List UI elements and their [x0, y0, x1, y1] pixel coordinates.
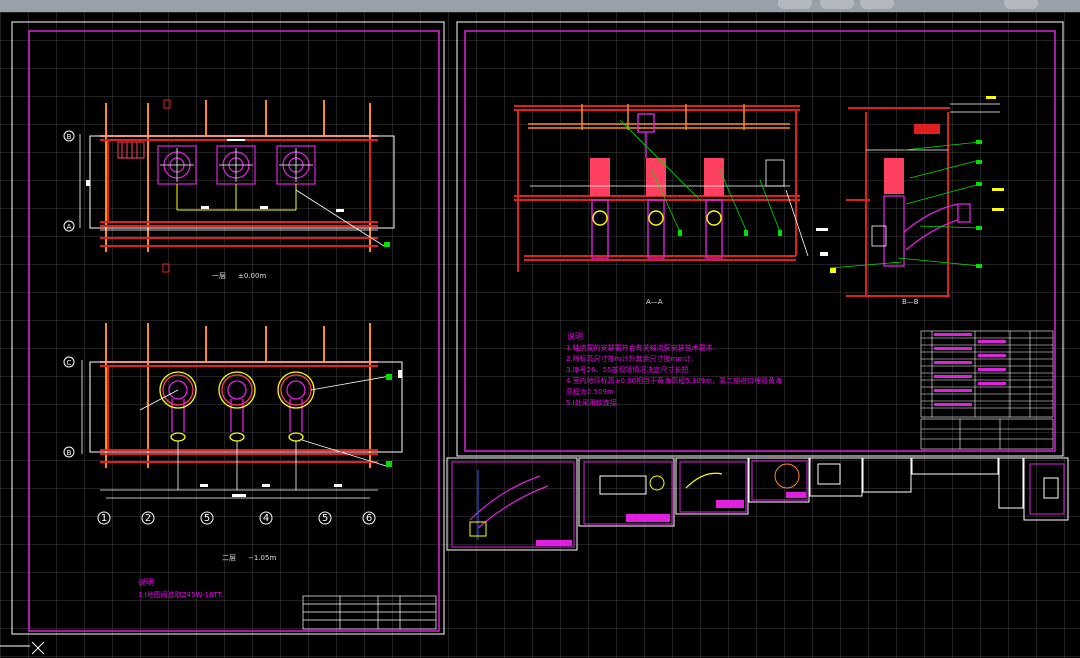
sheet2-inner-border — [464, 30, 1056, 452]
plan1-caption: 一层 — [212, 272, 226, 280]
sheet2-note: 5.Ⅰ处采用软连接. — [566, 398, 619, 407]
sheet2-notes: 说明 1.轴流泵的安装要符合有关轴流泵安装技术要求. 2.除标高尺寸按m计外其余… — [566, 331, 782, 407]
plan1-grid-b: B — [67, 133, 72, 141]
detail-sheets — [446, 457, 1069, 551]
axis-number: 2 — [145, 513, 151, 524]
sheet2-note: 高程为2.509m — [566, 387, 614, 396]
axis-number: 4 — [263, 513, 269, 524]
plan2-level: −1.05m — [248, 554, 276, 562]
sheet1-outer-border — [11, 21, 445, 635]
plan2: C B 1 2 5 4 5 6 二层 −1.05m — [63, 323, 403, 562]
sheet2-note: 3.序号26、55按现场情况决定尺寸长短. — [566, 365, 691, 374]
section-a-caption: A—A — [646, 298, 663, 306]
sheet2-notes-title: 说明 — [567, 331, 583, 341]
plan1-level: ±0.00m — [238, 272, 266, 280]
sheet2-note: 4.室内地坪标高±0.00相当于黄海高程5.309m，泵二轴进口埋管黄海 — [566, 376, 782, 385]
axis-number: 5 — [322, 513, 328, 524]
sheet1-inner-border — [28, 30, 440, 632]
section-b-b: B—B — [829, 96, 1004, 306]
sheet2-outer-border — [456, 21, 1064, 457]
cad-drawing: B A 一层 ±0.00m C B 1 2 5 4 5 6 二层 −1.05m … — [0, 21, 1069, 655]
sheet1-notes-title: 说明 — [138, 577, 154, 587]
sheet1-title-block — [302, 595, 437, 630]
axis-number: 1 — [101, 513, 107, 524]
ucs-x-axis-icon — [0, 641, 45, 655]
axis-number: 6 — [366, 513, 372, 524]
sheet2-note: 1.轴流泵的安装要符合有关轴流泵安装技术要求. — [566, 343, 715, 352]
plan2-caption: 二层 — [222, 554, 236, 562]
section-b-caption: B—B — [902, 298, 919, 306]
sheet1-note: 1.Ⅰ地图阀选取Z45W-16TT. — [138, 590, 223, 599]
plan1-grid-a: A — [67, 223, 72, 231]
plan2-grid-b: B — [67, 449, 72, 457]
plan2-grid-c: C — [67, 359, 72, 367]
section-a-a: A—A — [514, 104, 836, 306]
axis-number: 5 — [204, 513, 210, 524]
plan1: B A 一层 ±0.00m — [63, 99, 395, 280]
sheet2-note: 2.除标高尺寸按m计外其余尺寸按mm计. — [566, 354, 693, 363]
